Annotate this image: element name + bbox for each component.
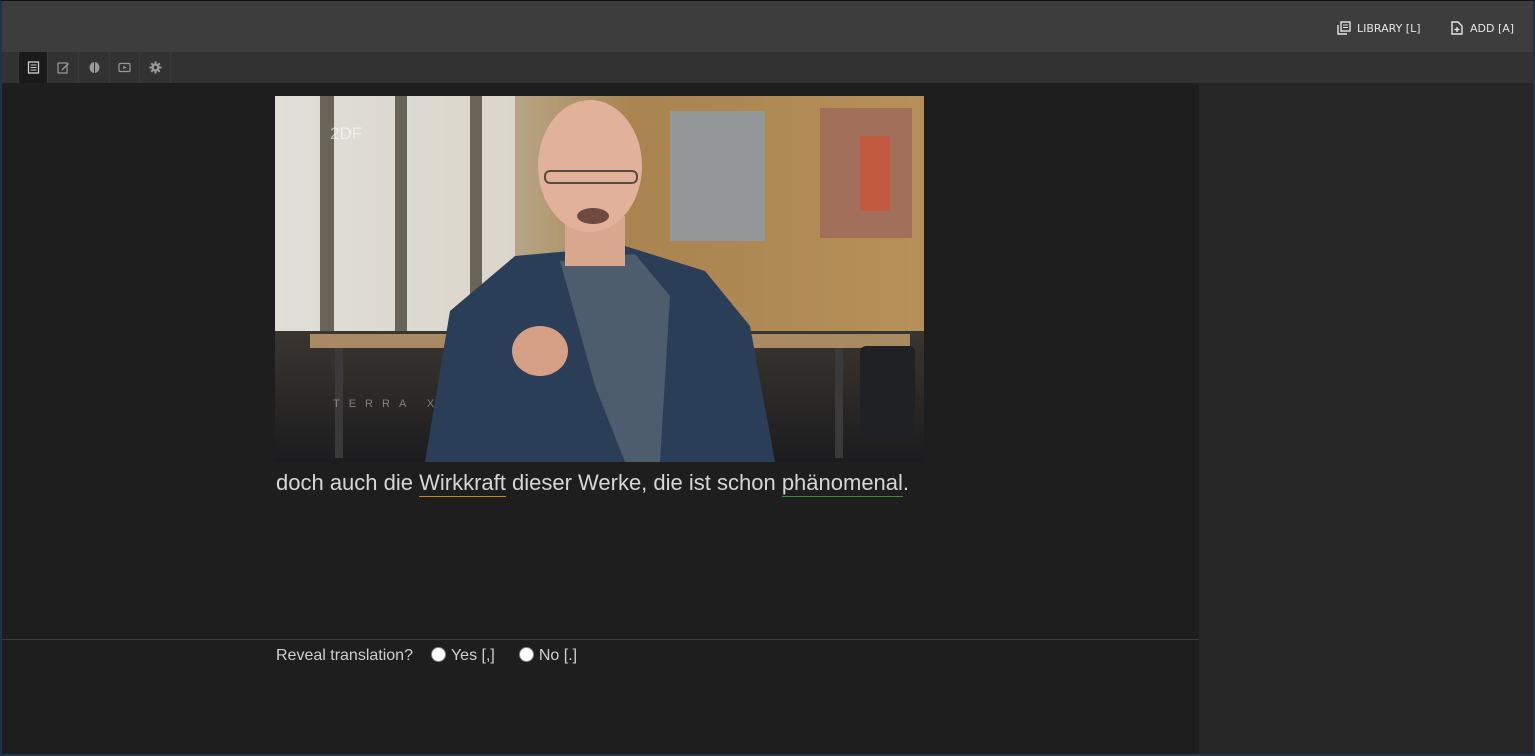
video-still: 2DF TERRA X — [275, 96, 924, 462]
top-bar: LIBRARY [L] ADD [A] — [0, 0, 1535, 52]
tool-bar — [0, 52, 1535, 83]
word-highlight[interactable]: phänomenal — [781, 470, 903, 497]
edit-icon — [57, 62, 69, 74]
tool-brain[interactable] — [80, 52, 110, 83]
tool-media[interactable] — [110, 52, 140, 83]
sentence-text: . — [902, 470, 910, 495]
video-frame[interactable]: 2DF TERRA X — [275, 96, 924, 462]
sentence-text: dieser Werke, die ist schon — [505, 470, 782, 495]
subtitle-sentence: doch auch die Wirkkraft dieser Werke, di… — [276, 470, 910, 497]
add-button[interactable]: ADD [A] — [1450, 15, 1514, 41]
media-icon — [118, 62, 131, 73]
brain-icon — [89, 62, 100, 73]
reveal-question: Reveal translation? — [276, 647, 413, 664]
radio-no[interactable] — [518, 646, 534, 662]
reveal-translation-row: Reveal translation? Yes [,] No [.] — [276, 646, 578, 665]
reader-icon — [27, 61, 39, 74]
tool-edit[interactable] — [49, 52, 79, 83]
video-watermark: TERRA X — [333, 398, 443, 410]
reveal-yes-option[interactable]: Yes [,] — [430, 646, 495, 665]
radio-yes[interactable] — [430, 646, 446, 662]
reveal-no-option[interactable]: No [.] — [518, 646, 578, 665]
library-button[interactable]: LIBRARY [L] — [1337, 15, 1421, 41]
add-label: ADD [A] — [1470, 21, 1515, 35]
divider — [2, 639, 1199, 640]
tool-settings[interactable] — [141, 52, 171, 83]
reveal-no-label: No [.] — [538, 647, 578, 664]
library-icon — [1337, 21, 1351, 35]
gear-icon — [149, 61, 162, 74]
side-panel — [1199, 83, 1533, 754]
library-label: LIBRARY [L] — [1357, 21, 1421, 35]
add-file-icon — [1451, 21, 1463, 35]
word-highlight[interactable]: Wirkkraft — [419, 470, 506, 497]
reveal-yes-label: Yes [,] — [450, 647, 495, 664]
sentence-text: doch auch die — [276, 470, 420, 495]
channel-logo: 2DF — [330, 124, 362, 143]
tool-reader[interactable] — [18, 52, 48, 83]
